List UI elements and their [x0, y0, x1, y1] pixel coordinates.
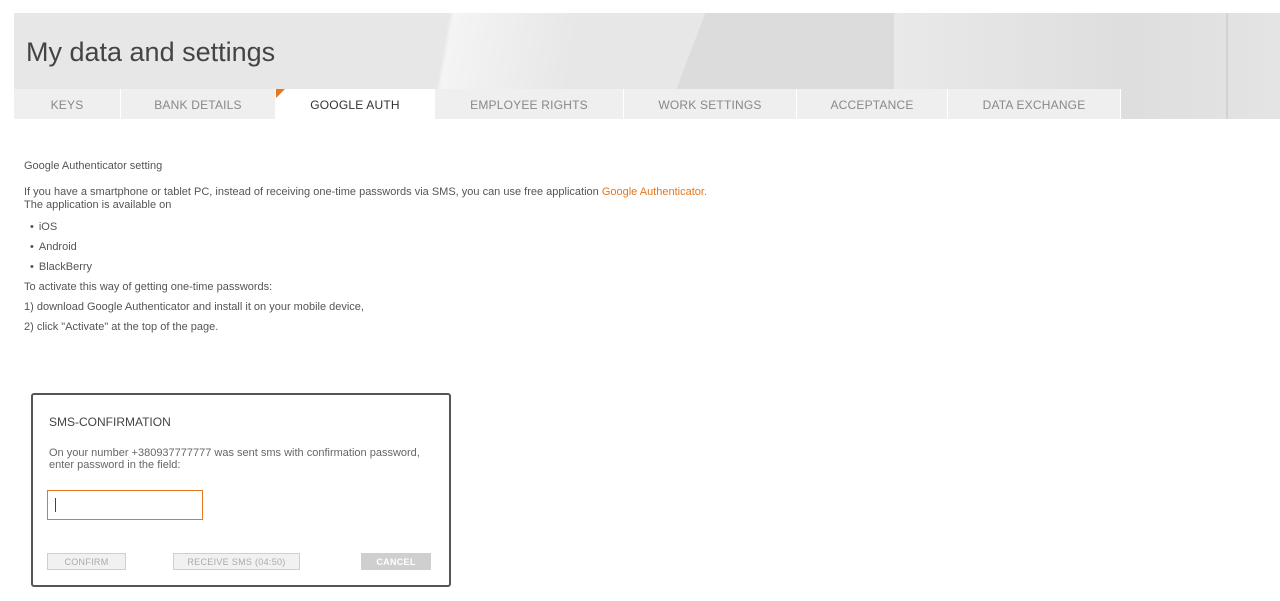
list-item: iOS [30, 217, 784, 237]
activation-steps: To activate this way of getting one-time… [24, 277, 784, 337]
sms-code-input[interactable] [47, 490, 203, 520]
header-decoration [1226, 13, 1228, 119]
tab-bank-details[interactable]: BANK DETAILS [121, 89, 276, 119]
intro-text: If you have a smartphone or tablet PC, i… [24, 186, 602, 198]
availability-text: The application is available on [24, 199, 172, 211]
confirm-button[interactable]: CONFIRM [47, 553, 126, 570]
section-title: Google Authenticator setting [24, 160, 163, 172]
tab-label: DATA EXCHANGE [982, 98, 1086, 112]
list-item: Android [30, 237, 784, 257]
google-authenticator-link[interactable]: Google Authenticator. [602, 186, 707, 198]
page-title: My data and settings [26, 37, 276, 67]
tab-label: EMPLOYEE RIGHTS [470, 98, 588, 112]
tab-label: ACCEPTANCE [830, 98, 914, 112]
list-item: BlackBerry [30, 257, 784, 277]
activate-intro: To activate this way of getting one-time… [24, 281, 273, 293]
tab-bar: KEYS BANK DETAILS GOOGLE AUTH EMPLOYEE R… [14, 89, 1121, 119]
active-tab-corner-marker [276, 89, 285, 98]
step-2: 2) click "Activate" at the top of the pa… [24, 321, 219, 333]
platform-list: iOS Android BlackBerry [30, 217, 784, 277]
text-cursor [55, 498, 56, 512]
tab-label: KEYS [50, 98, 84, 112]
step-1: 1) download Google Authenticator and ins… [24, 301, 364, 313]
tab-google-auth[interactable]: GOOGLE AUTH [276, 89, 435, 119]
tab-data-exchange[interactable]: DATA EXCHANGE [948, 89, 1121, 119]
intro-paragraph: If you have a smartphone or tablet PC, i… [24, 186, 784, 199]
tab-label: WORK SETTINGS [658, 98, 762, 112]
dialog-title: SMS-CONFIRMATION [49, 415, 171, 429]
google-auth-content: Google Authenticator setting If you have… [24, 160, 784, 337]
tab-label: GOOGLE AUTH [310, 98, 400, 112]
dialog-message: On your number +380937777777 was sent sm… [49, 447, 420, 471]
cancel-button[interactable]: CANCEL [361, 553, 431, 570]
tab-employee-rights[interactable]: EMPLOYEE RIGHTS [435, 89, 624, 119]
tab-keys[interactable]: KEYS [14, 89, 121, 119]
tab-label: BANK DETAILS [154, 98, 242, 112]
tab-acceptance[interactable]: ACCEPTANCE [797, 89, 948, 119]
sms-confirmation-dialog: SMS-CONFIRMATION On your number +3809377… [31, 393, 451, 587]
receive-sms-button[interactable]: RECEIVE SMS (04:50) [173, 553, 300, 570]
tab-work-settings[interactable]: WORK SETTINGS [624, 89, 797, 119]
page-header: My data and settings KEYS BANK DETAILS G… [14, 13, 1280, 119]
